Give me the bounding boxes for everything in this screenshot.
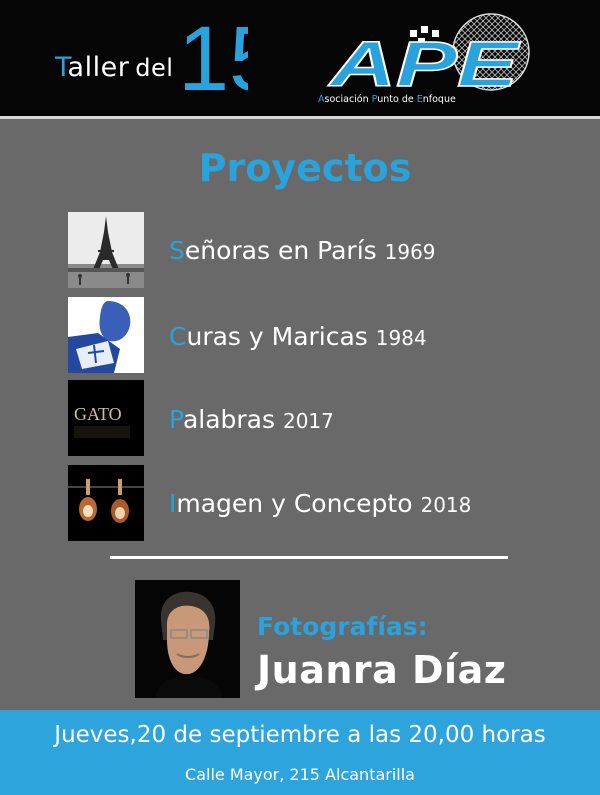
number-15: 15 <box>178 8 248 98</box>
ape-letters: APE <box>327 28 521 96</box>
project-year: 1984 <box>375 326 427 350</box>
eiffel-tower-photo <box>68 212 144 288</box>
project-senoras-en-paris: Señoras en París 1969 <box>169 236 436 265</box>
taller-word: aller <box>67 52 130 83</box>
project-initial: P <box>169 405 183 434</box>
project-thumb-eiffel <box>68 212 144 288</box>
number-15-logo: 15 <box>178 8 248 98</box>
project-thumb-imagen <box>68 465 144 541</box>
del-word: del <box>135 54 174 82</box>
project-thumb-curas <box>68 297 144 373</box>
project-curas-y-maricas: Curas y Maricas 1984 <box>169 322 427 351</box>
project-initial: S <box>169 236 185 265</box>
gato-text: GATO <box>74 404 122 424</box>
ape-sub-asociacion: sociación <box>324 94 372 105</box>
clothespins-photo <box>68 465 144 541</box>
photographer-name: Juanra Díaz <box>257 648 507 692</box>
project-year: 1969 <box>384 240 436 264</box>
project-year: 2018 <box>420 493 472 517</box>
ape-sub-punto: unto de <box>377 94 417 105</box>
taller-initial: T <box>55 52 68 83</box>
project-palabras: Palabras 2017 <box>169 405 334 434</box>
blue-toned-portrait-photo <box>68 297 144 373</box>
gato-word-photo: GATO <box>68 380 144 456</box>
project-title: eñoras en París <box>184 236 377 265</box>
section-divider <box>110 556 508 559</box>
event-date: Jueves,20 de septiembre a las 20,00 hora… <box>54 722 546 748</box>
photographer-portrait <box>135 580 240 698</box>
project-title: uras y Maricas <box>186 322 368 351</box>
project-title: magen y Concepto <box>176 489 413 518</box>
project-thumb-palabras: GATO <box>68 380 144 456</box>
project-year: 2017 <box>282 409 334 433</box>
ape-subtitle: Asociación Punto de Enfoque <box>318 94 528 105</box>
event-address: Calle Mayor, 215 Alcantarilla <box>185 765 415 784</box>
project-initial: C <box>169 322 187 351</box>
header-bar: Tallerdel 15 APE Asociación Punto de Enf… <box>0 0 600 116</box>
ape-sub-enfoque: nfoque <box>422 94 456 105</box>
photographer-face-photo <box>135 580 240 698</box>
photographer-label: Fotografías: <box>257 612 428 641</box>
project-title: alabras <box>182 405 276 434</box>
page-title: Proyectos <box>198 146 412 190</box>
project-imagen-y-concepto: Imagen y Concepto 2018 <box>169 489 471 518</box>
ape-logo-graphic: APE <box>326 13 530 96</box>
taller-del-15-logo-text: Taller del <box>55 52 173 83</box>
